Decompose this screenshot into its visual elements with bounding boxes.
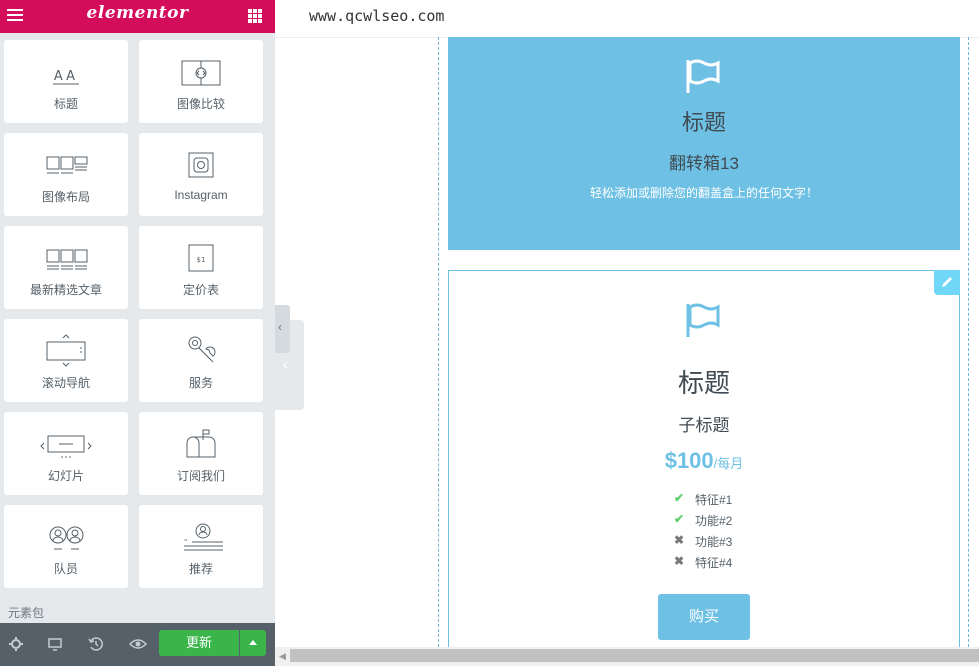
feature-text: 特征#1: [695, 493, 733, 507]
widget-scroll-nav[interactable]: 滚动导航: [4, 319, 128, 402]
posts-icon: [46, 249, 88, 270]
feature-item: ✔ 特征#1: [674, 491, 794, 512]
update-button[interactable]: 更新: [159, 630, 239, 656]
elementor-panel: elementor AA 标题 图像比较 图像布局 Instagram 最新精选…: [0, 0, 275, 666]
section-outline-right: [968, 37, 969, 647]
chevron-left-icon: ‹: [283, 356, 288, 372]
widget-label: 定价表: [182, 283, 219, 297]
pencil-icon: [942, 277, 952, 287]
image-layout-icon: [46, 156, 88, 174]
team-icon: [49, 526, 84, 550]
widget-label: Instagram: [174, 188, 228, 202]
widget-posts[interactable]: 最新精选文章: [4, 226, 128, 309]
subscribe-icon: [186, 429, 216, 458]
panel-toggle-button[interactable]: ‹: [275, 305, 290, 353]
feature-list: ✔ 特征#1 ✔ 功能#2 ✖ 功能#3 ✖ 特征#4: [674, 491, 794, 575]
scrollbar-thumb[interactable]: [290, 649, 979, 662]
feature-text: 特征#4: [695, 556, 733, 570]
widget-label: 标题: [53, 97, 78, 111]
feature-item: ✔ 功能#2: [674, 512, 794, 533]
chevron-left-icon: ‹: [278, 320, 282, 334]
responsive-mode-icon[interactable]: [45, 634, 65, 654]
flip-box-title: 标题: [681, 110, 726, 135]
widget-label: 幻灯片: [47, 469, 84, 483]
instagram-icon: [188, 152, 214, 178]
cross-icon: ✖: [674, 533, 685, 547]
svg-text:$1: $1: [197, 256, 206, 264]
feature-text: 功能#3: [695, 535, 733, 549]
testimonial-icon: ": [184, 523, 223, 551]
flip-box-subtitle: 翻转箱13: [669, 154, 739, 173]
widget-team[interactable]: 队员: [4, 505, 128, 588]
price-period: /每月: [713, 456, 744, 471]
svg-text:": ": [184, 538, 187, 546]
update-options-chevron-icon[interactable]: [240, 630, 266, 656]
check-icon: ✔: [674, 512, 685, 526]
flag-icon: [686, 59, 720, 93]
flag-icon: [686, 303, 720, 337]
widget-slides[interactable]: 幻灯片: [4, 412, 128, 495]
feature-text: 功能#2: [695, 514, 733, 528]
history-icon[interactable]: [86, 634, 106, 654]
preview-eye-icon[interactable]: [128, 634, 148, 654]
feature-item: ✖ 功能#3: [674, 533, 794, 554]
services-icon: [188, 336, 216, 363]
widget-label: 队员: [53, 562, 78, 576]
scroll-nav-icon: [46, 334, 86, 367]
widget-label: 图像布局: [41, 190, 90, 204]
elementor-logo: elementor: [86, 3, 189, 23]
settings-icon[interactable]: [6, 634, 26, 654]
feature-item: ✖ 特征#4: [674, 554, 794, 575]
flip-box-description: 轻松添加或删除您的翻盖盒上的任何文字！: [589, 186, 818, 200]
widget-instagram[interactable]: Instagram: [139, 133, 263, 216]
widget-price-table[interactable]: $1 定价表: [139, 226, 263, 309]
widget-label: 服务: [188, 376, 213, 390]
svg-text:AA: AA: [54, 69, 78, 84]
slides-icon: [40, 435, 92, 458]
price-value: $100: [664, 448, 714, 473]
widget-label: 最新精选文章: [29, 283, 102, 297]
price-amount: $100/每月: [449, 448, 959, 474]
widget-testimonial[interactable]: " 推荐: [139, 505, 263, 588]
category-label: 元素包: [8, 606, 45, 620]
widget-label: 推荐: [188, 562, 213, 576]
widget-image-layout[interactable]: 图像布局: [4, 133, 128, 216]
scroll-left-arrow-icon[interactable]: ◀: [279, 651, 286, 662]
price-table-title: 标题: [677, 368, 730, 398]
widget-label: 图像比较: [176, 97, 225, 111]
widget-label: 滚动导航: [41, 376, 90, 390]
widgets-grid-icon[interactable]: [248, 9, 262, 23]
cross-icon: ✖: [674, 554, 685, 568]
widget-image-compare[interactable]: 图像比较: [139, 40, 263, 123]
image-compare-icon: [181, 60, 221, 86]
buy-button[interactable]: 购买: [658, 594, 750, 640]
price-table[interactable]: 标题 子标题 $100/每月 ✔ 特征#1 ✔ 功能#2 ✖ 功能#3 ✖ 特征…: [448, 270, 960, 650]
section-outline-left: [438, 37, 439, 647]
heading-icon: AA: [53, 69, 79, 85]
widget-subscribe[interactable]: 订阅我们: [139, 412, 263, 495]
edit-widget-button[interactable]: [934, 270, 960, 295]
price-table-subtitle: 子标题: [678, 416, 730, 435]
price-table-icon: $1: [188, 244, 214, 272]
widget-services[interactable]: 服务: [139, 319, 263, 402]
widget-heading[interactable]: AA 标题: [4, 40, 128, 123]
site-url: www.qcwlseo.com: [309, 7, 445, 25]
panel-header: elementor: [0, 0, 275, 33]
check-icon: ✔: [674, 491, 685, 505]
flip-box[interactable]: 标题 翻转箱13 轻松添加或删除您的翻盖盒上的任何文字！: [448, 37, 960, 250]
widget-label: 订阅我们: [176, 469, 225, 483]
